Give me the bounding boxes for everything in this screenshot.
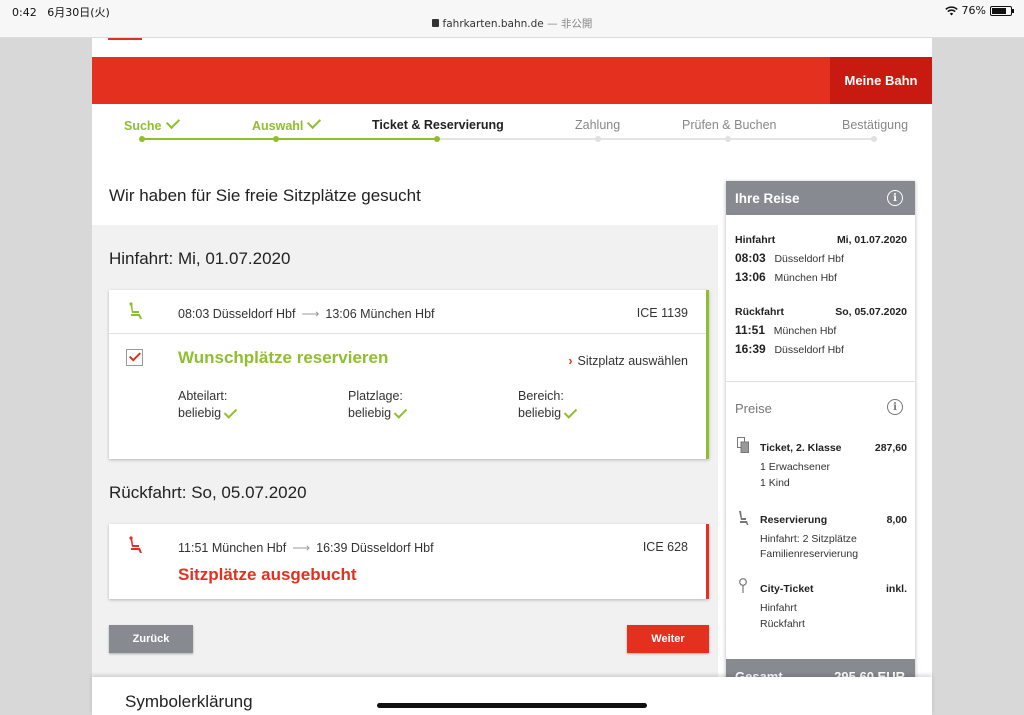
hin-stop: 13:06 München Hbf [735,270,837,284]
status-right: 76% [944,4,1014,17]
price-title: Ticket, 2. Klasse [760,442,842,454]
check-icon [223,405,238,419]
step-dot [871,136,877,142]
city-pin-icon [739,578,747,593]
select-seat-link[interactable]: › Sitzplatz auswählen [568,354,688,368]
price-detail: 1 Kind [760,477,790,489]
outbound-train: ICE 1139 [636,306,688,320]
price-amount: 287,60 [874,442,907,454]
info-icon[interactable]: i [887,399,903,415]
option-platzlage[interactable]: Platzlage: beliebig [348,388,408,422]
seat-icon [739,511,749,525]
step-auswahl[interactable]: Auswahl [252,114,322,133]
rueckfahrt-label: Rückfahrt [735,306,785,318]
rueck-stop: 11:51 München Hbf [735,323,837,337]
hin-stop: 08:03 Düsseldorf Hbf [735,251,844,265]
reserve-checkbox[interactable] [126,349,143,366]
progress-track-done [142,138,438,140]
browser-status-bar: 0:42 6月30日(火) fahrkarten.bahn.de — 非公開 7… [0,0,1024,38]
check-icon [563,405,578,419]
private-label: — 非公開 [547,18,593,30]
page-title: Wir haben für Sie freie Sitzplätze gesuc… [109,186,421,205]
next-button[interactable]: Weiter [627,625,709,653]
step-dot [434,136,440,142]
outbound-connection: 08:03 Düsseldorf Hbf ⟶ 13:06 München Hbf [178,307,435,321]
seat-icon [129,536,142,553]
checkmark-icon [128,349,142,362]
check-icon [393,405,408,419]
hinfahrt-label: Hinfahrt [735,234,776,246]
return-train: ICE 628 [642,540,688,554]
check-icon [307,114,322,130]
step-ticket-reservierung: Ticket & Reservierung [372,118,504,132]
return-status: Sitzplätze ausgebucht [178,565,357,584]
back-button[interactable]: Zurück [109,625,193,653]
logo-fragment [108,38,142,40]
arrow-right-icon: ⟶ [292,541,311,555]
price-title: Reservierung [760,514,828,526]
price-detail: Rückfahrt [760,618,805,630]
option-abteilart[interactable]: Abteilart: beliebig [178,388,238,422]
price-title: City-Ticket [760,583,814,595]
ticket-icon [737,437,749,453]
price-detail: Familienreservierung [760,548,859,560]
lock-icon [431,19,439,27]
outbound-card: 08:03 Düsseldorf Hbf ⟶ 13:06 München Hbf I… [109,290,709,459]
divider [726,381,915,382]
return-heading: Rückfahrt: So, 05.07.2020 [109,483,307,502]
reserve-label[interactable]: Wunschplätze reservieren [178,348,388,368]
url-bar[interactable]: fahrkarten.bahn.de — 非公開 [0,16,1024,31]
chevron-right-icon: › [568,354,573,368]
battery-icon [990,5,1014,16]
trip-summary-panel: Ihre Reise i Hinfahrt Mi, 01.07.2020 08:… [726,181,915,715]
rueckfahrt-date: So, 05.07.2020 [835,306,907,318]
seat-icon [129,302,142,319]
battery-percent: 76% [961,4,986,17]
price-amount: inkl. [885,583,907,595]
header-bar: Meine Bahn [92,57,932,104]
price-detail: Hinfahrt [760,602,797,614]
divider [109,333,706,334]
step-bestaetigung: Bestätigung [842,118,909,132]
step-dot [595,136,601,142]
arrow-right-icon: ⟶ [301,307,320,321]
page: Meine Bahn Suche Auswahl Ticket & Reserv… [92,38,932,715]
return-card: 11:51 München Hbf ⟶ 16:39 Düsseldorf Hbf I… [109,524,709,599]
step-dot [139,136,145,142]
step-pruefen-buchen: Prüfen & Buchen [682,118,777,132]
step-zahlung: Zahlung [575,118,621,132]
home-indicator[interactable] [377,703,647,708]
legend-panel: Symbolerklärung [92,677,932,715]
prices-label: Preise [735,401,772,416]
hinfahrt-date: Mi, 01.07.2020 [836,234,907,246]
return-connection: 11:51 München Hbf ⟶ 16:39 Düsseldorf Hbf [178,541,434,555]
rueck-stop: 16:39 Düsseldorf Hbf [735,342,844,356]
step-dot [725,136,731,142]
price-amount: 8,00 [886,514,907,526]
option-bereich[interactable]: Bereich: beliebig [518,388,578,422]
legend-title: Symbolerklärung [125,692,253,711]
wifi-icon [944,5,958,15]
progress-track-remaining [438,138,875,140]
meine-bahn-button[interactable]: Meine Bahn [830,57,932,104]
step-suche[interactable]: Suche [124,114,180,133]
price-detail: 1 Erwachsener [760,461,831,473]
info-icon[interactable]: i [887,190,903,206]
check-icon [165,114,180,130]
step-dot [273,136,279,142]
url-text: fahrkarten.bahn.de [442,18,544,30]
price-detail: Hinfahrt: 2 Sitzplätze [760,533,857,545]
outbound-heading: Hinfahrt: Mi, 01.07.2020 [109,249,291,268]
